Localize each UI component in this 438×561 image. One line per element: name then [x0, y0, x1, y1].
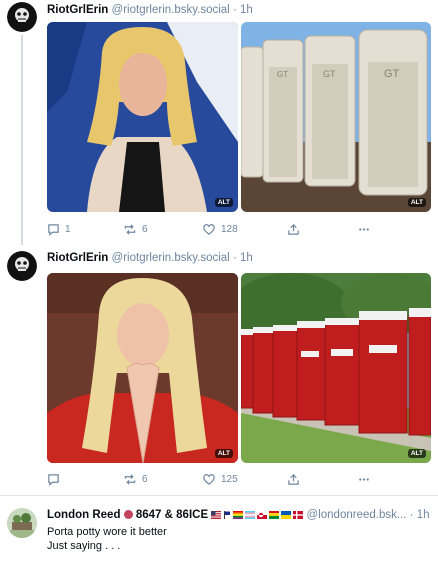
reply-icon [47, 473, 60, 486]
post-text: Porta potty wore it better Just saying .… [47, 525, 167, 553]
reply-button[interactable]: 1 [47, 221, 71, 237]
post-time[interactable]: 1h [240, 252, 253, 264]
author-name[interactable]: RiotGrlErin [47, 4, 108, 16]
author-handle[interactable]: @londonreed.bsk... [307, 509, 407, 521]
share-icon [287, 473, 300, 486]
more-icon [357, 473, 371, 486]
avatar[interactable] [7, 2, 37, 32]
author-name[interactable]: London Reed [47, 509, 120, 521]
separator-dot: · [232, 252, 237, 264]
avatar[interactable] [7, 508, 37, 538]
repost-button[interactable]: 6 [123, 471, 148, 487]
post-actions: 6 125 [47, 471, 377, 487]
post-header: RiotGrlErin @riotgrlerin.bsky.social · 1… [47, 3, 253, 17]
post-time[interactable]: 1h [240, 4, 253, 16]
separator-dot: · [409, 509, 414, 521]
share-button[interactable] [287, 221, 300, 237]
svg-text:GT: GT [277, 70, 288, 79]
reply-button[interactable] [47, 471, 65, 487]
share-icon [287, 223, 300, 236]
author-handle[interactable]: @riotgrlerin.bsky.social [112, 252, 230, 264]
like-count: 125 [221, 473, 238, 485]
alt-badge[interactable]: ALT [214, 198, 233, 207]
separator-dot: · [232, 4, 237, 16]
post-time[interactable]: 1h [417, 509, 430, 521]
more-options-button[interactable] [357, 471, 371, 487]
like-icon [202, 473, 216, 486]
post-actions: 1 6 128 [47, 221, 377, 237]
post-text-line: Just saying . . . [47, 540, 121, 552]
post-image-woman-hands-clasped[interactable]: ALT [47, 273, 238, 463]
post-1[interactable]: RiotGrlErin @riotgrlerin.bsky.social · 1… [0, 0, 438, 245]
post-2[interactable]: RiotGrlErin @riotgrlerin.bsky.social · 1… [0, 245, 438, 495]
post-media: ALT ALT [47, 273, 431, 463]
like-count: 128 [221, 223, 238, 235]
repost-icon [123, 223, 137, 236]
yarn-ball-emoji-icon [123, 510, 133, 519]
post-media: ALT GT GT GT ALT [47, 22, 431, 212]
more-options-button[interactable] [357, 221, 371, 237]
alt-badge[interactable]: ALT [407, 198, 426, 207]
like-button[interactable]: 128 [202, 221, 238, 237]
author-name[interactable]: RiotGrlErin [47, 252, 108, 264]
repost-count: 6 [142, 223, 148, 235]
author-handle[interactable]: @riotgrlerin.bsky.social [112, 4, 230, 16]
repost-button[interactable]: 6 [123, 221, 148, 237]
avatar[interactable] [7, 251, 37, 281]
reply-icon [47, 223, 60, 236]
flag-emojis-icon [211, 511, 304, 519]
more-icon [357, 223, 371, 236]
post-image-red-porta-potties[interactable]: ALT [241, 273, 431, 463]
post-header: RiotGrlErin @riotgrlerin.bsky.social · 1… [47, 251, 253, 265]
post-text-line: Porta potty wore it better [47, 526, 167, 538]
svg-text:GT: GT [384, 68, 400, 80]
post-header: London Reed 8647 & 86ICE @londonreed.bsk… [47, 508, 432, 522]
repost-icon [123, 473, 137, 486]
post-image-woman-portrait[interactable]: ALT [47, 22, 238, 212]
alt-badge[interactable]: ALT [407, 449, 426, 458]
like-button[interactable]: 125 [202, 471, 238, 487]
reply-count: 1 [65, 223, 71, 235]
post-3[interactable]: London Reed 8647 & 86ICE @londonreed.bsk… [0, 496, 438, 561]
repost-count: 6 [142, 473, 148, 485]
thread-line [21, 35, 23, 245]
alt-badge[interactable]: ALT [214, 449, 233, 458]
like-icon [202, 223, 216, 236]
post-image-porta-potties[interactable]: GT GT GT ALT [241, 22, 431, 212]
svg-text:GT: GT [323, 69, 336, 79]
share-button[interactable] [287, 471, 300, 487]
author-name-suffix: 8647 & 86ICE [135, 509, 209, 521]
